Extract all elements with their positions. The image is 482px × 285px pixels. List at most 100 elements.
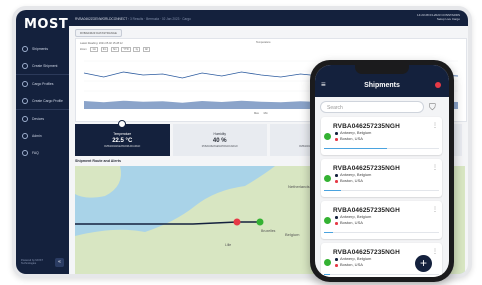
metric-value: 22.5 °C — [112, 138, 133, 144]
metric-sub: RVBA0462ZGENWORLDCARGO — [201, 145, 238, 148]
box-plus-icon — [22, 97, 28, 104]
status-icon — [324, 217, 331, 224]
collapse-sidebar-button[interactable]: « — [55, 258, 64, 267]
ship-icon — [22, 45, 28, 52]
origin-dot-icon — [335, 132, 338, 135]
metric-card-humidity[interactable]: Humidity 40 % RVBA0462ZGENWORLDCARGO — [172, 124, 267, 156]
shipment-origin: Antwerp, Belgium — [340, 214, 372, 219]
search-input[interactable]: Search — [320, 101, 424, 113]
shipment-origin: Antwerp, Belgium — [340, 172, 372, 177]
shipment-destination: Boston, USA — [340, 220, 363, 225]
app-logo: MOST — [24, 17, 69, 32]
map-label-lille: Lille — [225, 243, 231, 247]
sidebar-item-cargo-profiles[interactable]: Cargo Profiles — [16, 74, 69, 92]
phone-screen: ≡ Shipments Search ⛉ RVBA046257235NGH ⋮ An… — [315, 65, 449, 277]
shipment-origin: Antwerp, Belgium — [340, 130, 372, 135]
sidebar-item-admin[interactable]: Admin — [16, 127, 69, 144]
shipment-destination: Boston, USA — [340, 178, 363, 183]
sidebar-item-devices[interactable]: Devices — [16, 109, 69, 127]
shipment-id: RVBA046257235NGH — [333, 207, 400, 214]
shipment-id: RVBA046257235NGH — [333, 123, 400, 130]
user-info-line2: Setup Live Cargo — [436, 17, 460, 21]
map-land-uk — [75, 166, 121, 198]
shipment-progress — [324, 232, 439, 234]
metric-sub: RVBA0462ZGENWORLDCARGO — [104, 145, 141, 148]
phone-frame: ≡ Shipments Search ⛉ RVBA046257235NGH ⋮ An… — [310, 60, 454, 282]
user-icon — [22, 132, 28, 139]
box-icon — [22, 80, 28, 87]
metric-title: Humidity — [213, 132, 226, 136]
status-icon — [324, 259, 331, 266]
progress-fill — [324, 274, 330, 276]
shipment-destination: Boston, USA — [340, 262, 363, 267]
destination-dot-icon — [335, 222, 338, 225]
progress-fill — [324, 190, 342, 192]
device-chip[interactable]: RVBA0462Z DATASTRANGE — [75, 29, 122, 37]
user-info[interactable]: 14:23:28 03-2023 CONSTARDS Setup Live Ca… — [417, 13, 460, 21]
map-label-bruxelles: Bruxelles — [261, 229, 276, 233]
sidebar-item-label: Create Shipment — [32, 63, 58, 68]
metric-card-temperature[interactable]: Temperature 22.5 °C RVBA0462ZGENWORLDCAR… — [75, 120, 170, 156]
top-bar: RVBA0462ZGENWORLDCONNECT ‹ 3 Results · B… — [69, 10, 468, 26]
status-icon — [324, 133, 331, 140]
breadcrumb[interactable]: RVBA0462ZGENWORLDCONNECT ‹ 3 Results · B… — [75, 17, 191, 21]
sidebar-footer: Powered by MOST Technologies — [21, 258, 43, 266]
breadcrumb-current: RVBA0462ZGENWORLDCONNECT — [75, 17, 128, 21]
shipment-destination: Boston, USA — [340, 136, 363, 141]
legend-min: Min — [263, 112, 268, 115]
map-title: Shipment Route and Alerts — [75, 159, 121, 163]
shipment-card[interactable]: RVBA046257235NGH ⋮ Antwerp, Belgium Boston,… — [321, 159, 442, 197]
help-icon — [22, 149, 28, 156]
sidebar-item-label: Devices — [32, 116, 45, 121]
chart-legend: Max Min — [254, 112, 268, 115]
destination-dot-icon — [335, 264, 338, 267]
sidebar: MOST Shipments Create Shipment Cargo Pro… — [16, 10, 69, 274]
origin-dot-icon — [335, 174, 338, 177]
phone-header: ≡ Shipments — [315, 65, 449, 97]
map-label-netherlands: Netherlands — [288, 184, 310, 189]
phone-title: Shipments — [364, 82, 400, 89]
sidebar-item-create-shipment[interactable]: Create Shipment — [16, 57, 69, 74]
shipment-progress — [324, 274, 439, 276]
origin-dot-icon — [335, 216, 338, 219]
sidebar-item-label: Shipments — [32, 46, 49, 51]
shipment-id: RVBA046257235NGH — [333, 249, 400, 256]
progress-fill — [324, 232, 334, 234]
sidebar-item-shipments[interactable]: Shipments — [16, 40, 69, 57]
sidebar-item-label: Admin — [32, 133, 42, 138]
destination-dot-icon — [335, 180, 338, 183]
thermometer-icon — [118, 120, 127, 128]
progress-fill — [324, 148, 388, 150]
shipment-card[interactable]: RVBA046257235NGH ⋮ Antwerp, Belgium Boston,… — [321, 201, 442, 239]
status-icon — [324, 175, 331, 182]
notification-icon[interactable] — [435, 82, 441, 88]
wifi-icon — [22, 115, 28, 122]
sidebar-item-create-cargo-profile[interactable]: Create Cargo Profile — [16, 92, 69, 109]
origin-dot-icon — [335, 258, 338, 261]
metric-value: 40 % — [212, 138, 227, 144]
map-label-belgium: Belgium — [285, 232, 300, 237]
sidebar-item-label: FAQ — [32, 150, 39, 155]
sidebar-item-label: Create Cargo Profile — [32, 98, 63, 103]
sidebar-item-faq[interactable]: FAQ — [16, 144, 69, 161]
metric-title: Temperature — [113, 132, 132, 136]
phone-notch — [355, 65, 409, 74]
more-icon[interactable]: ⋮ — [432, 122, 438, 129]
more-icon[interactable]: ⋮ — [432, 164, 438, 171]
destination-dot-icon — [335, 138, 338, 141]
shipment-progress — [324, 148, 439, 150]
filter-icon[interactable]: ⛉ — [429, 102, 436, 113]
shipment-origin: Antwerp, Belgium — [340, 256, 372, 261]
breadcrumb-detail: ‹ 3 Results · Bermuda · 02 Jan 2023 · Ca… — [128, 17, 191, 21]
shipment-card[interactable]: RVBA046257235NGH ⋮ Antwerp, Belgium Boston,… — [321, 117, 442, 155]
map-marker-current — [256, 218, 264, 226]
sidebar-nav: Shipments Create Shipment Cargo Profiles… — [16, 40, 69, 161]
sidebar-item-label: Cargo Profiles — [32, 81, 54, 86]
shipment-id: RVBA046257235NGH — [333, 165, 400, 172]
shipment-progress — [324, 190, 439, 192]
more-icon[interactable]: ⋮ — [432, 206, 438, 213]
legend-max: Max — [254, 112, 259, 115]
more-icon[interactable]: ⋮ — [432, 248, 438, 255]
add-shipment-button[interactable]: + — [415, 255, 432, 272]
map-marker-origin — [233, 218, 241, 226]
